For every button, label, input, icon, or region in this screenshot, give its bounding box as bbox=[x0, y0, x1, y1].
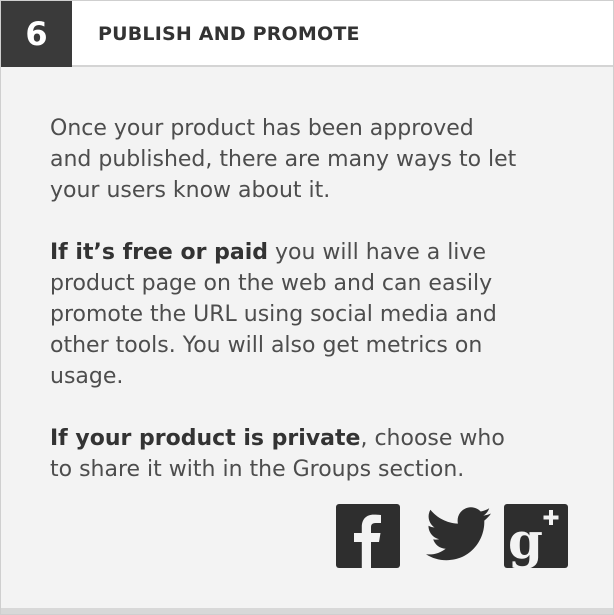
facebook-icon[interactable] bbox=[336, 504, 400, 568]
card-bottom-border bbox=[1, 608, 613, 614]
svg-text:g: g bbox=[508, 511, 543, 568]
twitter-icon[interactable] bbox=[425, 504, 491, 568]
step-title: PUBLISH AND PROMOTE bbox=[98, 23, 360, 45]
card-header: 6 PUBLISH AND PROMOTE bbox=[1, 1, 613, 67]
paragraph-free-or-paid: If it’s free or paid you will have a liv… bbox=[50, 237, 520, 392]
google-plus-icon[interactable]: g bbox=[504, 504, 568, 568]
card-body: Once your product has been approved and … bbox=[50, 113, 520, 516]
step-number-badge: 6 bbox=[1, 1, 72, 67]
paragraph-free-or-paid-heading: If it’s free or paid bbox=[50, 240, 269, 265]
paragraph-private-heading: If your product is private bbox=[50, 426, 361, 451]
paragraph-intro: Once your product has been approved and … bbox=[50, 116, 517, 203]
publish-promote-card: 6 PUBLISH AND PROMOTE Once your product … bbox=[0, 0, 614, 615]
paragraph-private: If your product is private, choose who t… bbox=[50, 423, 520, 485]
